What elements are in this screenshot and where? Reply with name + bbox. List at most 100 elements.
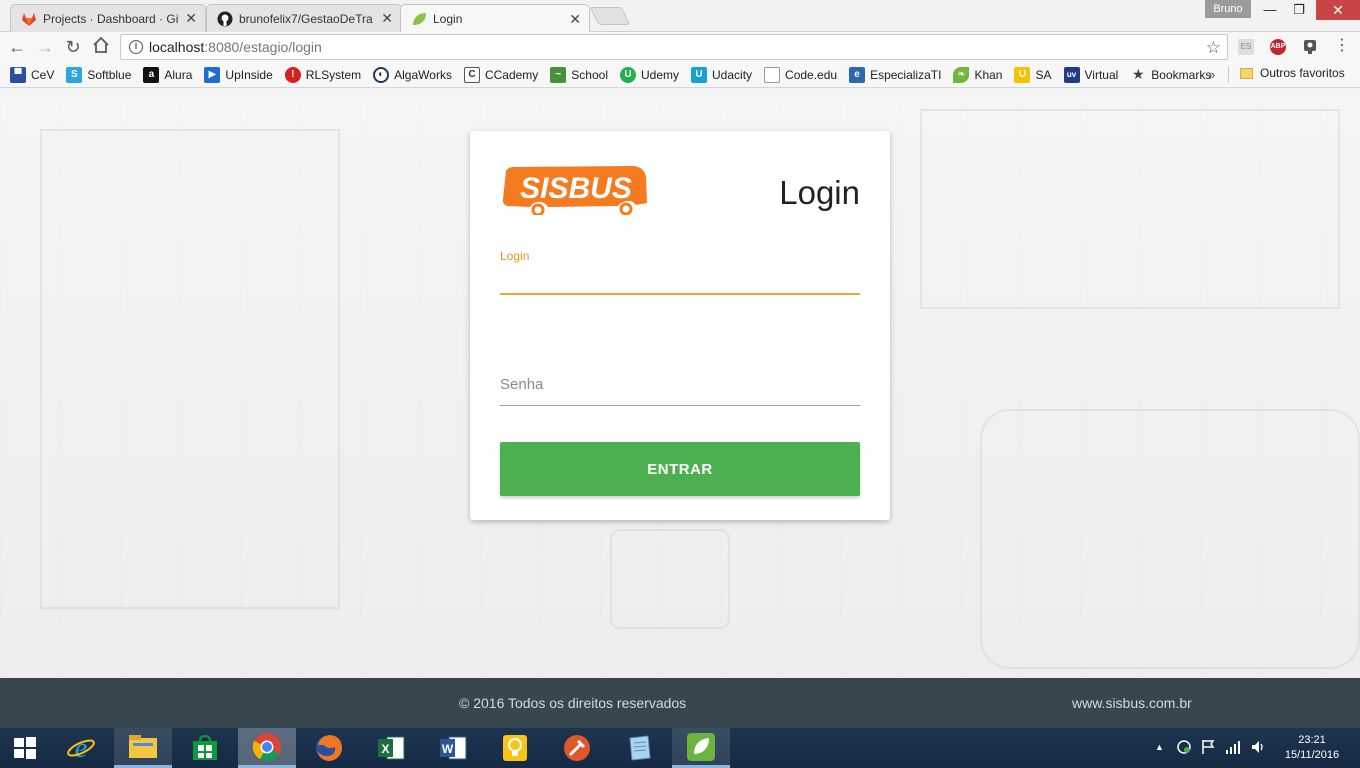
github-icon <box>217 11 233 27</box>
network-sync-icon[interactable] <box>1176 739 1192 768</box>
store-icon[interactable] <box>176 728 234 768</box>
bookmark-item[interactable]: ◐ AlgaWorks <box>373 66 452 83</box>
volume-icon[interactable] <box>1250 739 1266 768</box>
svg-text:SISBUS: SISBUS <box>520 172 632 205</box>
adblock-plus-icon[interactable]: ABP <box>1270 39 1286 55</box>
tab-title: Login <box>433 12 463 26</box>
home-icon[interactable] <box>90 36 112 58</box>
gitlab-icon <box>21 11 37 27</box>
menu-icon[interactable]: ⋮ <box>1334 38 1350 55</box>
rlsystem-icon: ! <box>284 66 301 83</box>
virtual-icon: uv <box>1063 66 1080 83</box>
tab-github[interactable]: brunofelix7/GestaoDeTra ✕ <box>206 4 402 32</box>
spring-icon[interactable] <box>672 728 730 768</box>
password-input[interactable] <box>500 369 860 399</box>
cev-icon: ▀ <box>10 66 26 83</box>
submit-button[interactable]: ENTRAR <box>500 442 860 496</box>
footer: © 2016 Todos os direitos reservados www.… <box>0 678 1360 728</box>
bookmark-item[interactable]: a Alura <box>143 66 192 83</box>
notepad-icon[interactable] <box>610 728 668 768</box>
password-underline <box>500 405 860 406</box>
flag-icon[interactable] <box>1201 739 1215 768</box>
sisbus-logo: SISBUS <box>502 166 647 215</box>
extension-bulb-icon[interactable] <box>1302 39 1318 55</box>
svg-text:e: e <box>75 733 87 763</box>
excel-icon[interactable]: X <box>362 728 420 768</box>
bookmark-item[interactable]: S Softblue <box>66 66 131 83</box>
minimize-icon[interactable]: — <box>1255 0 1285 20</box>
copyright-text: © 2016 Todos os direitos reservados <box>459 695 687 711</box>
info-icon[interactable]: i <box>129 40 143 54</box>
star-icon: ★ <box>1132 66 1145 82</box>
page-background: SISBUS Login Login ENTRAR <box>0 89 1360 678</box>
site-link[interactable]: www.sisbus.com.br <box>1072 695 1192 711</box>
clock-date: 15/11/2016 <box>1284 749 1340 761</box>
internet-explorer-icon[interactable]: e <box>52 728 110 768</box>
bookmark-item[interactable]: ▶ UpInside <box>204 66 273 83</box>
forward-icon[interactable]: → <box>34 36 56 58</box>
bookmark-item[interactable]: U Udacity <box>691 66 752 83</box>
close-icon[interactable]: ✕ <box>381 10 393 27</box>
bookmark-item[interactable]: ❧ Khan <box>953 66 1002 83</box>
bulb-icon[interactable] <box>486 728 544 768</box>
login-input[interactable] <box>500 263 860 293</box>
bookmark-item[interactable]: uv Virtual <box>1063 66 1118 83</box>
word-icon[interactable]: W <box>424 728 482 768</box>
udemy-icon: U <box>620 66 636 83</box>
bookmark-item[interactable]: Code.edu <box>764 66 837 83</box>
tab-title: Projects · Dashboard · Git <box>43 11 180 26</box>
bookmark-item[interactable]: ▀ CeV <box>10 66 54 83</box>
background-building <box>40 129 340 609</box>
windows-start-icon[interactable] <box>0 728 50 768</box>
page-icon <box>764 66 781 83</box>
login-card: SISBUS Login Login ENTRAR <box>470 131 890 520</box>
spring-leaf-icon <box>411 11 427 27</box>
address-bar[interactable]: i localhost:8080/estagio/login ☆ <box>120 34 1228 60</box>
bookmark-item[interactable]: ★ Bookmarks <box>1130 66 1211 83</box>
softblue-icon: S <box>66 66 83 83</box>
bookmark-item[interactable]: ! RLSystem <box>284 66 361 83</box>
bookmark-item[interactable]: C CCademy <box>463 66 538 83</box>
browser-toolbar: ← → ↻ i localhost:8080/estagio/login ☆ E… <box>0 32 1360 62</box>
especializati-icon: e <box>849 66 866 83</box>
extension-es-icon[interactable]: ES <box>1238 39 1254 55</box>
background-car <box>610 529 730 629</box>
bookmark-item[interactable]: U Udemy <box>620 66 679 83</box>
tab-login[interactable]: Login ✕ <box>400 4 590 33</box>
bookmarks-bar: ▀ CeV S Softblue a Alura ▶ UpInside ! RLSyste… <box>0 62 1360 88</box>
svg-text:W: W <box>442 742 454 756</box>
reload-icon[interactable]: ↻ <box>62 36 84 58</box>
tab-title: brunofelix7/GestaoDeTra <box>239 11 373 26</box>
clock[interactable]: 23:21 15/11/2016 <box>1284 733 1340 768</box>
svg-text:X: X <box>381 742 389 756</box>
close-icon[interactable]: ✕ <box>569 11 581 28</box>
window-close-icon[interactable]: ✕ <box>1316 0 1360 20</box>
tool-icon[interactable] <box>548 728 606 768</box>
tab-gitlab[interactable]: Projects · Dashboard · Git ✕ <box>10 4 206 32</box>
background-building <box>920 109 1340 309</box>
divider <box>1228 67 1229 83</box>
tray-expand-icon[interactable]: ▲ <box>1155 742 1164 768</box>
new-tab-button[interactable] <box>589 7 631 25</box>
bookmark-item[interactable]: e EspecializaTI <box>849 66 941 83</box>
khan-icon: ❧ <box>953 66 970 83</box>
login-underline <box>500 293 860 295</box>
restore-icon[interactable]: ❐ <box>1284 0 1314 20</box>
signal-icon[interactable] <box>1225 739 1241 768</box>
firefox-icon[interactable] <box>300 728 358 768</box>
file-explorer-icon[interactable] <box>114 728 172 768</box>
address-host: localhost <box>149 39 205 55</box>
back-icon[interactable]: ← <box>6 36 28 58</box>
other-bookmarks[interactable]: Outros favoritos <box>1240 66 1345 80</box>
close-icon[interactable]: ✕ <box>185 10 197 27</box>
login-field: Login <box>500 249 860 295</box>
bookmark-item[interactable]: U SA <box>1014 66 1052 83</box>
bookmark-item[interactable]: ~ School <box>550 66 608 83</box>
chrome-icon[interactable] <box>238 728 296 768</box>
address-path: :8080/estagio/login <box>204 39 322 55</box>
profile-badge[interactable]: Bruno <box>1205 0 1251 18</box>
clock-time: 23:21 <box>1298 734 1326 746</box>
more-bookmarks-icon[interactable]: » <box>1208 67 1215 82</box>
algaworks-icon: ◐ <box>373 66 390 83</box>
bookmark-star-icon[interactable]: ☆ <box>1206 38 1221 58</box>
